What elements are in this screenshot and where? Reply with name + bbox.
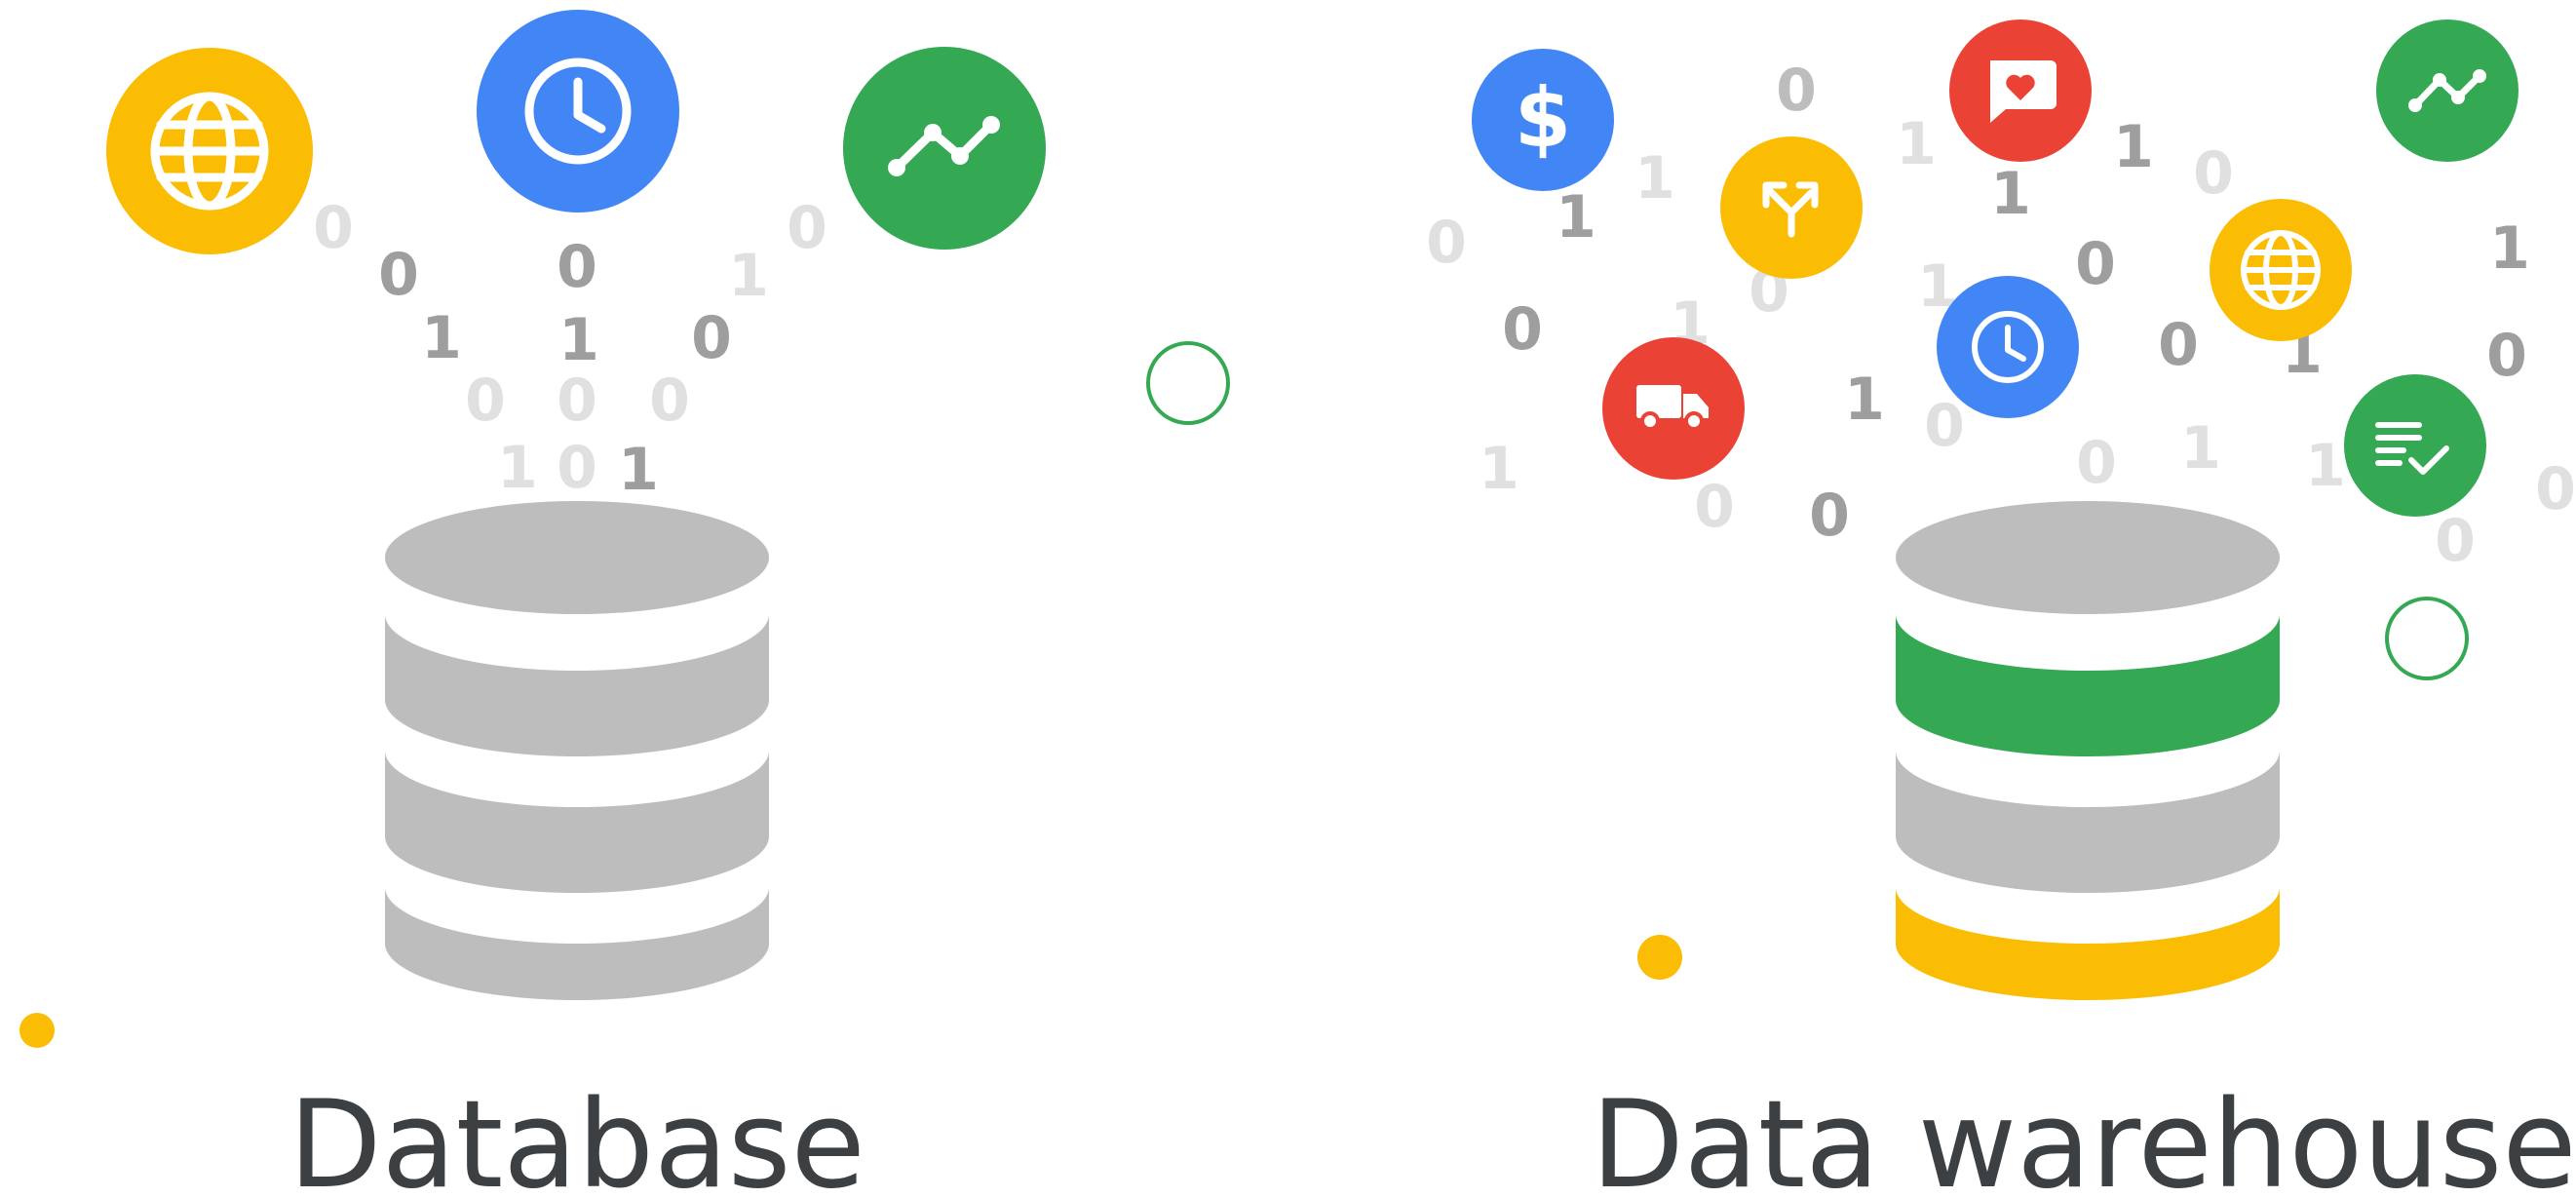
binary-digit: 1	[728, 242, 769, 310]
database-clock-badge	[477, 10, 679, 213]
decorative-ring	[1146, 341, 1230, 425]
binary-digit: 0	[465, 367, 506, 435]
binary-digit: 0	[2435, 507, 2476, 575]
binary-digit: 1	[2180, 414, 2221, 483]
binary-digit: 0	[649, 367, 690, 435]
database-binary-stream: 0 0 0 0 1 1 1 0 0 0 0 1 0 1	[313, 194, 827, 504]
decorative-dot	[19, 1013, 55, 1048]
binary-digit: 0	[2075, 230, 2116, 298]
warehouse-chat-badge	[1949, 19, 2092, 162]
data-warehouse-cylinder	[1896, 501, 2280, 1000]
binary-digit: 1	[497, 434, 538, 502]
binary-digit: 0	[557, 233, 597, 301]
binary-digit: 1	[1990, 160, 2031, 228]
binary-digit: 1	[618, 436, 659, 504]
dollar-icon: $	[1515, 70, 1571, 166]
binary-digit: 0	[2076, 429, 2117, 497]
warehouse-trend-badge	[2376, 19, 2518, 162]
database-cylinder	[385, 501, 769, 1000]
database-trend-badge	[843, 47, 1046, 250]
binary-digit: 0	[378, 241, 419, 309]
data-warehouse-label: Data warehouse	[1591, 1075, 2576, 1198]
binary-digit: 1	[2489, 214, 2530, 283]
database-globe-badge	[106, 48, 313, 254]
warehouse-top-cap	[1896, 501, 2280, 614]
binary-digit: 1	[1556, 183, 1596, 251]
binary-digit: 0	[313, 194, 354, 262]
binary-digit: 0	[691, 304, 732, 372]
binary-digit: 0	[787, 194, 827, 262]
binary-digit: 0	[1924, 392, 1965, 460]
binary-digit: 0	[557, 434, 597, 502]
binary-digit: 1	[558, 306, 599, 374]
binary-digit: 0	[2158, 311, 2199, 379]
warehouse-layer-4	[1896, 887, 2280, 1000]
binary-digit: 1	[2305, 432, 2346, 500]
binary-digit: 1	[1844, 366, 1885, 434]
binary-digit: 1	[1896, 110, 1937, 178]
database-layer-2	[385, 614, 769, 756]
binary-digit: 0	[1426, 209, 1467, 277]
binary-digit: 0	[2535, 455, 2576, 523]
binary-digit: 0	[1809, 482, 1850, 550]
warehouse-truck-badge	[1602, 337, 1745, 480]
binary-digit: 1	[1479, 435, 1519, 503]
decorative-dot	[1637, 935, 1682, 980]
diagram-canvas: 0 0 0 0 1 1 1 0 0 0 0 1 0 1 Database 0 1…	[19, 10, 2576, 1198]
binary-digit: 1	[1634, 144, 1675, 213]
binary-digit: 0	[2193, 139, 2234, 208]
database-top-cap	[385, 501, 769, 614]
binary-digit: 1	[2113, 113, 2154, 181]
binary-digit: 0	[1776, 57, 1817, 125]
database-label: Database	[288, 1075, 865, 1198]
warehouse-checklist-badge	[2344, 374, 2486, 517]
binary-digit: 0	[1694, 473, 1735, 541]
decorative-ring	[2385, 597, 2469, 680]
warehouse-dollar-badge: $	[1472, 49, 1614, 191]
database-layer-4	[385, 887, 769, 1000]
binary-digit: 0	[557, 367, 597, 435]
warehouse-globe-badge	[2210, 199, 2352, 341]
warehouse-clock-badge	[1937, 276, 2079, 418]
warehouse-layer-3	[1896, 751, 2280, 893]
binary-digit: 0	[2486, 322, 2527, 390]
binary-digit: 0	[1502, 295, 1543, 364]
binary-digit: 1	[421, 304, 462, 372]
warehouse-merge-badge	[1720, 136, 1863, 279]
warehouse-layer-2	[1896, 614, 2280, 756]
database-layer-3	[385, 751, 769, 893]
